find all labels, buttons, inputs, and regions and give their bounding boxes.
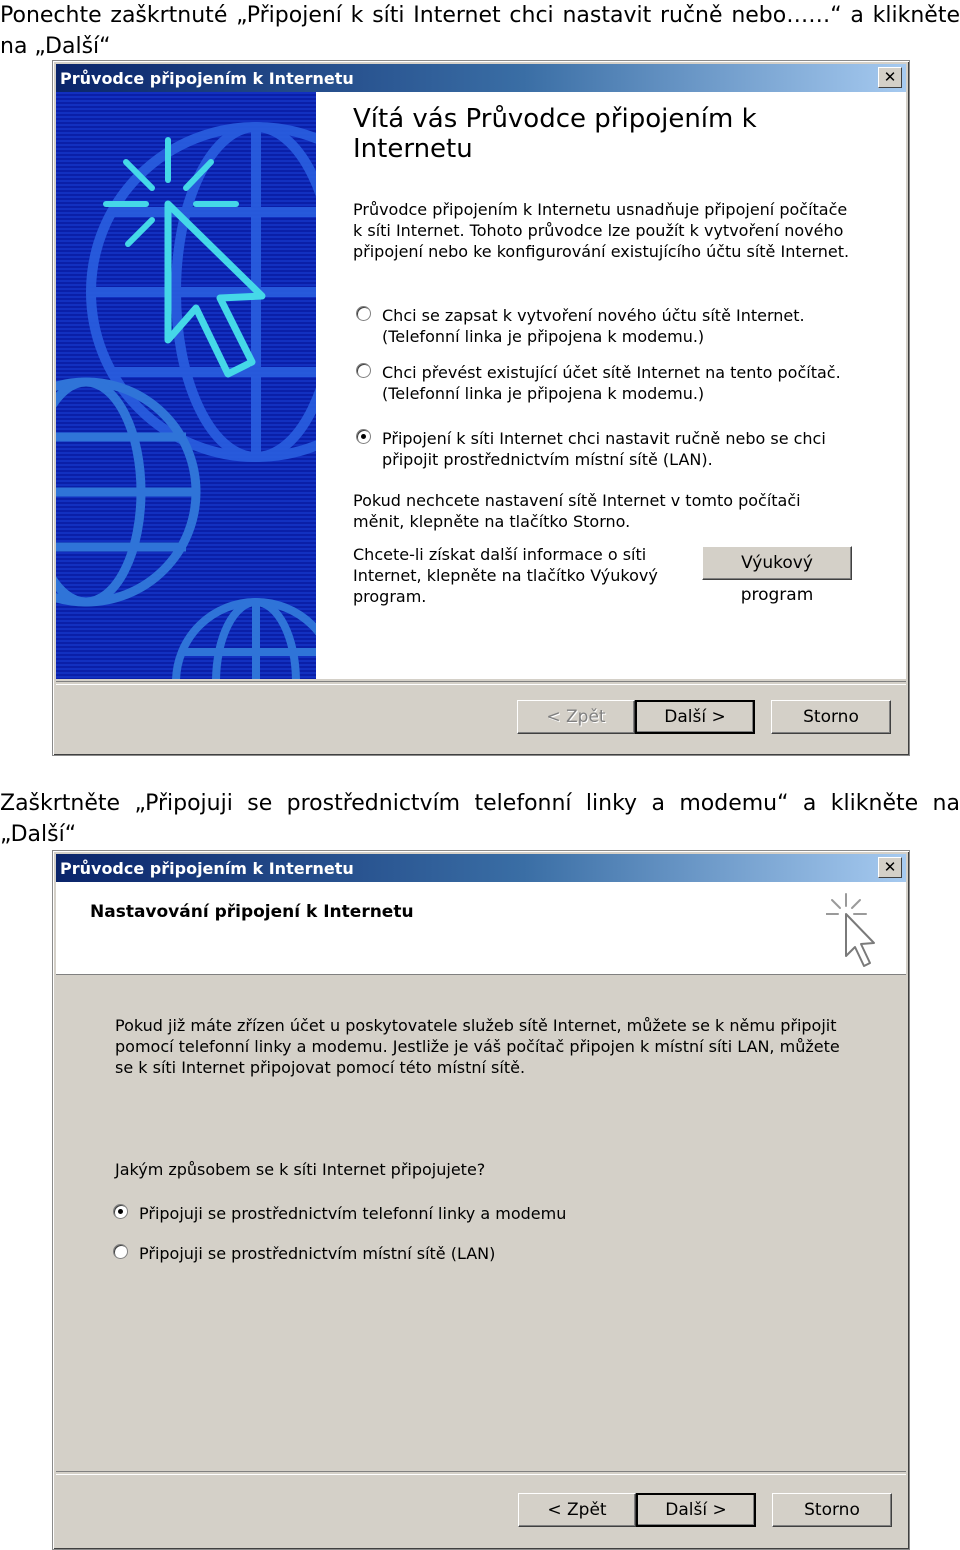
next-button[interactable]: Další >	[636, 1493, 756, 1527]
cancel-button[interactable]: Storno	[772, 1493, 892, 1527]
description-text: Pokud již máte zřízen účet u poskytovate…	[115, 1016, 840, 1077]
question-text: Jakým způsobem se k síti Internet připoj…	[115, 1160, 486, 1179]
instruction-caption-2: Zaškrtněte „Připojuji se prostřednictvím…	[0, 791, 960, 847]
close-button[interactable]: ✕	[878, 857, 902, 878]
wizard-header: Nastavování připojení k Internetu	[56, 882, 906, 975]
tutorial-note: Chcete-li získat další informace o síti …	[353, 545, 658, 606]
window-title: Průvodce připojením k Internetu	[60, 859, 354, 878]
radio-new-account[interactable]	[356, 306, 371, 321]
radio-modem[interactable]	[113, 1204, 128, 1219]
next-button[interactable]: Další >	[635, 700, 755, 734]
back-button[interactable]: < Zpět	[518, 1493, 636, 1527]
radio-lan[interactable]	[113, 1244, 128, 1259]
radio-transfer-account[interactable]	[356, 363, 371, 378]
wizard-content: Vítá vás Průvodce připojením k Internetu…	[316, 92, 906, 679]
cancel-note: Pokud nechcete nastavení sítě Internet v…	[353, 491, 801, 531]
wizard-side-graphic	[56, 92, 316, 679]
cursor-sparkle-icon	[826, 893, 875, 967]
option-modem-label[interactable]: Připojuji se prostřednictvím telefonní l…	[139, 1203, 739, 1224]
option-new-account-label[interactable]: Chci se zapsat k vytvoření nového účtu s…	[382, 305, 852, 347]
title-bar[interactable]: Průvodce připojením k Internetu ✕	[56, 64, 906, 92]
button-separator	[56, 1471, 906, 1475]
cancel-button[interactable]: Storno	[771, 700, 891, 734]
tutorial-button[interactable]: Výukový program	[702, 546, 852, 605]
close-button[interactable]: ✕	[878, 67, 902, 88]
intro-text: Průvodce připojením k Internetu usnadňuj…	[353, 200, 850, 261]
option-transfer-account-label[interactable]: Chci převést existující účet sítě Intern…	[382, 362, 852, 404]
button-separator	[56, 681, 906, 685]
wizard-connection-window: Průvodce připojením k Internetu ✕ Nastav…	[52, 850, 910, 1550]
radio-manual-setup[interactable]	[356, 429, 371, 444]
page-heading: Vítá vás Průvodce připojením k Internetu	[353, 104, 757, 164]
back-button[interactable]: < Zpět	[517, 700, 635, 734]
page-title: Nastavování připojení k Internetu	[90, 902, 414, 922]
globe-cursor-illustration-icon	[56, 92, 316, 679]
option-lan-label[interactable]: Připojuji se prostřednictvím místní sítě…	[139, 1243, 739, 1264]
wizard-welcome-window: Průvodce připojením k Internetu ✕ Vítá v…	[52, 60, 910, 756]
instruction-caption-1: Ponechte zaškrtnuté „Připojení k síti In…	[0, 3, 960, 59]
title-bar[interactable]: Průvodce připojením k Internetu ✕	[56, 854, 906, 882]
option-manual-setup-label[interactable]: Připojení k síti Internet chci nastavit …	[382, 428, 852, 470]
window-title: Průvodce připojením k Internetu	[60, 69, 354, 88]
